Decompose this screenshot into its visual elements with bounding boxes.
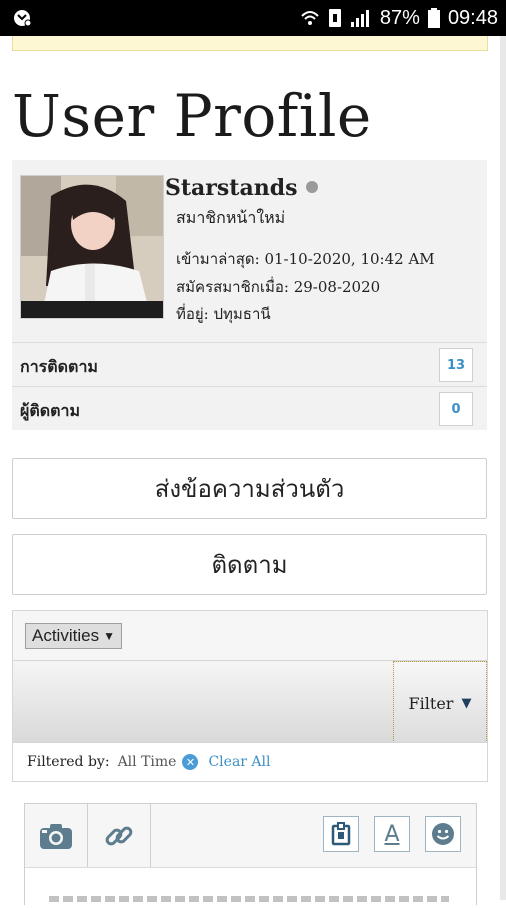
followers-label: ผู้ติดตาม: [20, 401, 81, 420]
wifi-icon: [301, 11, 319, 25]
activities-panel: Activities ▼ Filter ▼: [12, 610, 488, 745]
signal-icon: [350, 10, 369, 27]
post-text-area[interactable]: [25, 867, 476, 908]
avatar[interactable]: [20, 175, 164, 319]
post-composer: A: [24, 803, 477, 908]
follow-button[interactable]: ติดตาม: [12, 534, 487, 595]
upload-photo-button[interactable]: [25, 804, 88, 867]
camera-icon: [40, 823, 72, 849]
composer-placeholder-text: [49, 896, 449, 902]
filter-button[interactable]: Filter ▼: [393, 661, 487, 745]
status-bar: 87% 09:48: [0, 0, 506, 36]
clear-all-link[interactable]: Clear All: [208, 754, 270, 770]
page-scroll-edge: [500, 36, 506, 900]
following-count[interactable]: 13: [439, 348, 473, 382]
emoji-button[interactable]: [425, 816, 461, 852]
text-format-button[interactable]: A: [374, 816, 410, 852]
text-format-icon: A: [384, 821, 400, 847]
username[interactable]: Starstands: [165, 175, 297, 201]
link-icon: [105, 826, 133, 845]
activities-select[interactable]: Activities ▼: [25, 623, 122, 649]
filter-summary: Filtered by: All Time ✕ Clear All: [12, 742, 488, 782]
attach-tag-button[interactable]: [323, 816, 359, 852]
clear-filter-icon[interactable]: ✕: [182, 754, 199, 770]
page-title: User Profile: [12, 82, 372, 150]
following-label: การติดตาม: [20, 357, 98, 376]
tag-icon: [331, 822, 351, 846]
location: ที่อยู่: ปทุมธานี: [176, 305, 271, 323]
filter-caret-icon: ▼: [461, 695, 472, 711]
avatar-image: [21, 176, 163, 318]
last-seen: เข้ามาล่าสุด: 01-10-2020, 10:42 AM: [176, 250, 435, 268]
filter-label: Filter: [408, 693, 454, 713]
smiley-icon: [432, 823, 454, 845]
sim-icon: [328, 9, 341, 27]
followers-row: ผู้ติดตาม 0: [12, 386, 487, 430]
activities-toolbar: Filter ▼: [13, 660, 487, 745]
filter-summary-value: All Time: [117, 754, 177, 770]
send-private-message-button[interactable]: ส่งข้อความส่วนตัว: [12, 458, 487, 519]
online-status-dot: [306, 181, 318, 193]
filter-summary-label: Filtered by:: [27, 754, 110, 770]
clock: 09:48: [447, 6, 498, 29]
dropdown-arrow-icon: ▼: [103, 629, 115, 643]
notice-bar: [12, 36, 488, 51]
user-rank: สมาชิกหน้าใหม่: [176, 208, 286, 227]
battery-percent: 87%: [379, 6, 420, 29]
activities-select-value: Activities: [32, 626, 100, 645]
battery-icon: [427, 8, 440, 28]
insert-link-button[interactable]: [88, 804, 151, 867]
followers-count[interactable]: 0: [439, 392, 473, 426]
following-row: การติดตาม 13: [12, 342, 487, 386]
registered-date: สมัครสมาชิกเมื่อ: 29-08-2020: [176, 278, 381, 296]
app-notification-icon: [14, 10, 32, 27]
